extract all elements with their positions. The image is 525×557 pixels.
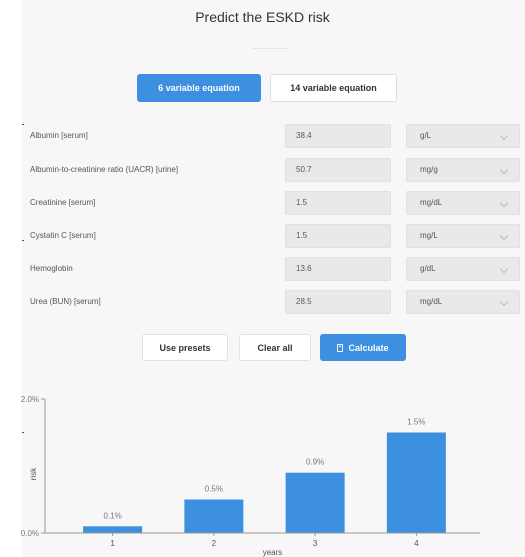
variable-row-albumin: Albumin [serum] 38.4 g/L <box>30 124 520 148</box>
variable-row-urea: Urea (BUN) [serum] 28.5 mg/dL <box>30 290 520 314</box>
chevron-down-icon <box>499 231 509 241</box>
y-tick-label: 2.0% <box>21 395 39 404</box>
bar-data-label: 0.9% <box>306 458 324 467</box>
edge-tick <box>22 240 24 241</box>
urea-unit-select[interactable]: mg/dL <box>406 290 520 314</box>
variable-row-cystatin-c: Cystatin C [serum] 1.5 mg/L <box>30 224 520 248</box>
albumin-unit-select[interactable]: g/L <box>406 124 520 148</box>
cystatin-c-unit-select[interactable]: mg/L <box>406 224 520 248</box>
hemoglobin-value-field[interactable]: 13.6 <box>285 257 391 281</box>
chevron-down-icon <box>499 131 509 141</box>
clear-all-button[interactable]: Clear all <box>239 334 311 361</box>
tab-14-variable-equation[interactable]: 14 variable equation <box>270 74 397 102</box>
unit-label: mg/g <box>420 165 438 174</box>
variable-label: Albumin-to-creatinine ratio (UACR) [urin… <box>30 165 179 174</box>
x-tick-label: 2 <box>212 539 217 548</box>
chart-bar <box>184 499 244 533</box>
variable-label: Cystatin C [serum] <box>30 231 96 240</box>
y-axis-label: risk <box>29 467 38 480</box>
unit-label: mg/L <box>420 231 438 240</box>
uacr-unit-select[interactable]: mg/g <box>406 158 520 182</box>
variable-label: Urea (BUN) [serum] <box>30 297 101 306</box>
risk-chart: 0.1% 1 0.5% 2 0.9% 3 1.5% 4 2.0% 0.0% risk year… <box>21 395 480 557</box>
unit-label: mg/dL <box>420 297 443 306</box>
calculate-label: Calculate <box>348 342 389 353</box>
chevron-down-icon <box>499 165 509 175</box>
uacr-value-field[interactable]: 50.7 <box>285 158 391 182</box>
albumin-value-field[interactable]: 38.4 <box>285 124 391 148</box>
variable-row-creatinine: Creatinine [serum] 1.5 mg/dL <box>30 191 520 215</box>
unit-label: mg/dL <box>420 198 443 207</box>
chart-bar <box>386 432 446 533</box>
creatinine-unit-select[interactable]: mg/dL <box>406 191 520 215</box>
tab-6-variable-equation[interactable]: 6 variable equation <box>137 74 261 102</box>
x-tick-label: 3 <box>313 539 318 548</box>
variable-row-uacr: Albumin-to-creatinine ratio (UACR) [urin… <box>30 158 520 182</box>
bar-data-label: 0.5% <box>205 485 223 494</box>
calculate-button[interactable]: Calculate <box>320 334 406 361</box>
bar-data-label: 1.5% <box>407 418 425 427</box>
chevron-down-icon <box>499 297 509 307</box>
hemoglobin-unit-select[interactable]: g/dL <box>406 257 520 281</box>
x-axis-label: years <box>263 548 283 557</box>
unit-label: g/L <box>420 131 432 140</box>
x-tick-label: 4 <box>414 539 419 548</box>
creatinine-value-field[interactable]: 1.5 <box>285 191 391 215</box>
x-tick-label: 1 <box>110 539 115 548</box>
bar-data-label: 0.1% <box>104 511 122 520</box>
chevron-down-icon <box>499 198 509 208</box>
title-divider <box>252 48 288 49</box>
cystatin-c-value-field[interactable]: 1.5 <box>285 224 391 248</box>
unit-label: g/dL <box>420 264 436 273</box>
urea-value-field[interactable]: 28.5 <box>285 290 391 314</box>
chevron-down-icon <box>499 264 509 274</box>
edge-tick <box>22 124 24 125</box>
y-tick-label: 0.0% <box>21 529 39 538</box>
variable-label: Creatinine [serum] <box>30 198 96 207</box>
chart-bar <box>83 526 143 533</box>
calculator-icon <box>337 343 344 352</box>
variable-label: Hemoglobin <box>30 264 73 273</box>
variable-label: Albumin [serum] <box>30 131 88 140</box>
page-title: Predict the ESKD risk <box>195 9 330 25</box>
variable-row-hemoglobin: Hemoglobin 13.6 g/dL <box>30 257 520 281</box>
use-presets-button[interactable]: Use presets <box>142 334 228 361</box>
chart-bar <box>285 472 345 533</box>
